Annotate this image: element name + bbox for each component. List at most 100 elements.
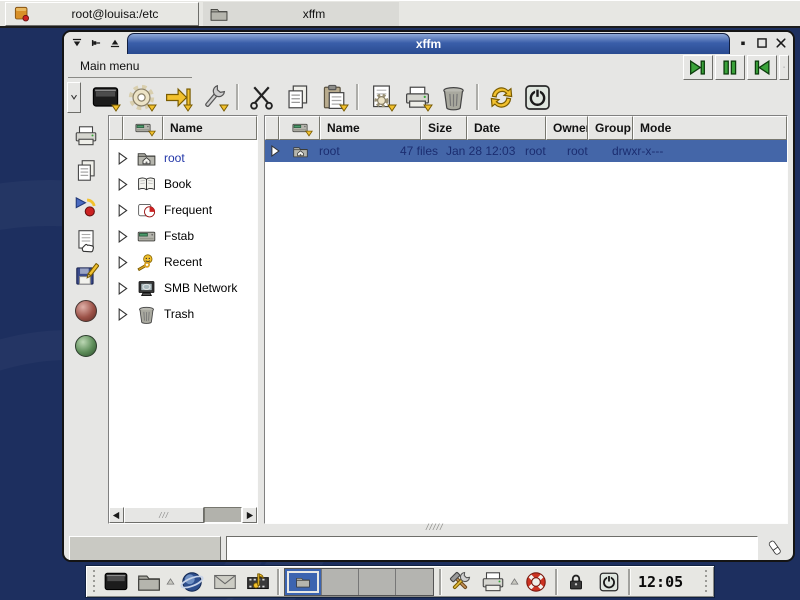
tree-item-book[interactable]: Book (109, 171, 257, 197)
side-differ-button[interactable] (71, 192, 101, 220)
clear-entry-button[interactable] (763, 535, 787, 561)
tree-header-icon-col[interactable] (123, 116, 163, 140)
expander-icon[interactable] (269, 144, 281, 158)
differ-icon (73, 193, 99, 219)
properties-button[interactable] (363, 81, 399, 113)
panel-print-button[interactable] (479, 568, 507, 596)
copy-icon (73, 158, 99, 184)
minimize-button[interactable] (735, 36, 750, 51)
file-header-name[interactable]: Name (320, 116, 421, 140)
unshade-button[interactable] (107, 36, 122, 51)
trash-button[interactable] (435, 81, 471, 113)
workspace-1[interactable] (285, 569, 322, 595)
workspace-2[interactable] (322, 569, 359, 595)
panel-handle[interactable] (91, 570, 97, 594)
drawer-up-icon[interactable] (166, 577, 175, 586)
tree-item-recent[interactable]: Recent (109, 249, 257, 275)
taskbar-button-terminal[interactable]: root@louisa:/etc (5, 2, 199, 26)
side-copy-button[interactable] (71, 157, 101, 185)
trash-icon (136, 304, 157, 325)
workspace-4[interactable] (396, 569, 433, 595)
content-area: Name root Book Frequent (64, 114, 793, 524)
side-red-sphere-button[interactable] (71, 297, 101, 325)
panel-browser-button[interactable] (178, 568, 206, 596)
expander-icon[interactable] (116, 229, 129, 244)
maximize-button[interactable] (754, 36, 769, 51)
panel-handle[interactable] (703, 570, 709, 594)
tree-item-frequent[interactable]: Frequent (109, 197, 257, 223)
expander-icon[interactable] (116, 151, 129, 166)
taskbar-button-xffm[interactable]: xffm (203, 2, 399, 26)
tree-item-fstab[interactable]: Fstab (109, 223, 257, 249)
cut-button[interactable] (243, 81, 279, 113)
panel-files-button[interactable] (135, 568, 163, 596)
file-header-size[interactable]: Size (421, 116, 467, 140)
tree-item-root[interactable]: root (109, 145, 257, 171)
pin-button[interactable] (88, 36, 103, 51)
side-save-button[interactable] (71, 262, 101, 290)
globe-icon (179, 569, 205, 595)
main-menu-item[interactable]: Main menu (68, 55, 192, 78)
titlebar[interactable]: xffm (64, 32, 793, 54)
shade-button[interactable] (69, 36, 84, 51)
print-button[interactable] (399, 81, 435, 113)
file-header-sort[interactable] (265, 116, 279, 140)
skip-forward-button[interactable] (683, 55, 713, 80)
expander-icon[interactable] (116, 255, 129, 270)
pause-button[interactable] (715, 55, 745, 80)
copy-button[interactable] (279, 81, 315, 113)
workspace-3[interactable] (359, 569, 396, 595)
scrollbar-thumb[interactable]: /// (124, 507, 204, 523)
scroll-right-button[interactable] (242, 507, 257, 523)
file-header-owner[interactable]: Owner (546, 116, 588, 140)
tree-item-smb-network[interactable]: SMB Network (109, 275, 257, 301)
resize-grip[interactable]: ///// (426, 522, 444, 532)
panel-media-button[interactable] (244, 568, 272, 596)
side-green-sphere-button[interactable] (71, 332, 101, 360)
expander-icon[interactable] (116, 203, 129, 218)
tree-item-trash[interactable]: Trash (109, 301, 257, 327)
tree-header-sort[interactable] (109, 116, 123, 140)
skip-back-button[interactable] (747, 55, 777, 80)
panel-lock-button[interactable] (562, 568, 590, 596)
drawer-up-icon[interactable] (510, 577, 519, 586)
horizontal-scrollbar[interactable]: /// (109, 507, 257, 523)
scrollbar-track[interactable] (204, 507, 242, 523)
exit-button[interactable] (519, 81, 555, 113)
file-header-mode[interactable]: Mode (633, 116, 787, 140)
panel-separator (277, 569, 279, 595)
expander-icon[interactable] (116, 307, 129, 322)
panel-mail-button[interactable] (211, 568, 239, 596)
tree-item-label: Trash (164, 307, 194, 321)
paste-button[interactable] (315, 81, 351, 113)
dropdown-badge-icon (339, 104, 349, 112)
toolbar-collapse-button[interactable] (67, 82, 81, 113)
tree-item-label: Book (164, 177, 191, 191)
scroll-left-button[interactable] (109, 507, 124, 523)
panel-help-button[interactable] (522, 568, 550, 596)
command-entry[interactable] (226, 536, 758, 561)
side-print-button[interactable] (71, 122, 101, 150)
file-row-root[interactable]: root 47 files Jan 28 12:03 root root drw… (265, 140, 787, 162)
refresh-button[interactable] (483, 81, 519, 113)
expander-icon[interactable] (116, 177, 129, 192)
close-button[interactable] (773, 36, 788, 51)
file-header-icon-col[interactable] (279, 116, 320, 140)
tree-header-name[interactable]: Name (163, 116, 257, 140)
side-select-button[interactable] (71, 227, 101, 255)
panel-terminal-button[interactable] (102, 568, 130, 596)
file-list: root 47 files Jan 28 12:03 root root drw… (265, 140, 787, 523)
settings-button[interactable] (123, 81, 159, 113)
goto-button[interactable] (159, 81, 195, 113)
open-terminal-button[interactable] (87, 81, 123, 113)
panel-settings-button[interactable] (446, 568, 474, 596)
expander-icon[interactable] (116, 281, 129, 296)
panel-quit-button[interactable] (595, 568, 623, 596)
dropdown-badge-icon (147, 104, 157, 112)
titlebar-right-buttons (730, 32, 793, 54)
tools-button[interactable] (195, 81, 231, 113)
panel-clock[interactable]: 12:05 (635, 573, 686, 591)
file-header-group[interactable]: Group (588, 116, 633, 140)
file-header-date[interactable]: Date (467, 116, 546, 140)
nav-extra-button[interactable]: · (779, 55, 789, 80)
